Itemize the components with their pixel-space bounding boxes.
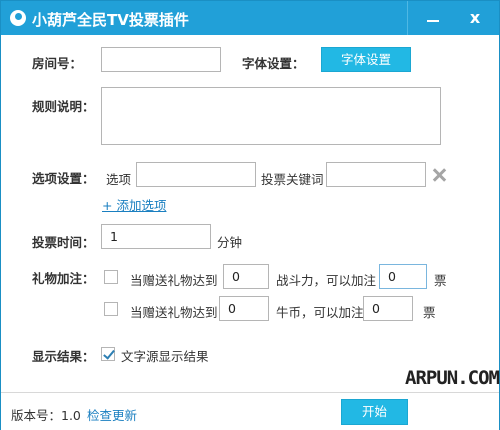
- text-source-result-checkbox[interactable]: [101, 347, 115, 361]
- vote-time-label: 投票时间：: [32, 235, 95, 250]
- gift-rule-2-votes-input[interactable]: [363, 296, 413, 321]
- app-window: 小葫芦全民TV投票插件 x 房间号： 字体设置： 字体设置 规则说明： 选项设置…: [0, 0, 500, 430]
- remove-option-icon[interactable]: [431, 167, 447, 183]
- check-update-link[interactable]: 检查更新: [87, 405, 137, 424]
- room-number-input[interactable]: [101, 47, 221, 72]
- display-result-label: 显示结果：: [32, 349, 95, 364]
- close-button[interactable]: x: [457, 1, 493, 35]
- option-name-input[interactable]: [136, 162, 256, 187]
- option-name-label: 选项: [106, 172, 132, 187]
- options-label: 选项设置：: [32, 171, 95, 186]
- vote-keyword-label: 投票关键词: [261, 172, 324, 187]
- rules-textarea[interactable]: [101, 87, 441, 145]
- arpun-watermark: ARPUN.COM: [405, 367, 500, 389]
- vote-time-unit: 分钟: [217, 235, 243, 250]
- calabash-logo-icon: [10, 10, 26, 26]
- font-settings-button[interactable]: 字体设置: [321, 47, 411, 72]
- gift-rule-2-middle: 牛币，可以加注: [276, 305, 364, 320]
- gift-rule-1-votes-input[interactable]: [379, 264, 427, 289]
- title-bar[interactable]: 小葫芦全民TV投票插件 x: [1, 1, 499, 35]
- gift-rule-2-amount-input[interactable]: [219, 296, 269, 321]
- gift-rule-2-prefix: 当赠送礼物达到: [130, 305, 218, 320]
- room-label: 房间号：: [32, 56, 83, 71]
- rules-label: 规则说明：: [32, 99, 95, 114]
- start-button[interactable]: 开始: [341, 399, 408, 425]
- vote-time-input[interactable]: [101, 224, 211, 249]
- gift-rule-1-middle: 战斗力，可以加注: [276, 273, 377, 288]
- gift-rule-2-suffix: 票: [423, 305, 436, 320]
- title-separator: [407, 1, 408, 35]
- version-text: 版本号：1.0: [11, 408, 81, 423]
- font-settings-label: 字体设置：: [242, 56, 305, 71]
- gift-bonus-label: 礼物加注：: [32, 271, 95, 286]
- minimize-button[interactable]: [415, 1, 451, 35]
- gift-rule-1-suffix: 票: [434, 273, 447, 288]
- gift-rule-1-prefix: 当赠送礼物达到: [130, 273, 218, 288]
- gift-rule-1-checkbox[interactable]: [104, 270, 118, 284]
- gift-rule-1-amount-input[interactable]: [223, 264, 269, 289]
- gift-rule-2-checkbox[interactable]: [104, 302, 118, 316]
- add-option-link[interactable]: + 添加选项: [102, 195, 166, 214]
- footer-divider: [1, 392, 499, 393]
- vote-keyword-input[interactable]: [326, 162, 426, 187]
- text-source-result-label: 文字源显示结果: [121, 349, 209, 364]
- window-title: 小葫芦全民TV投票插件: [32, 11, 189, 29]
